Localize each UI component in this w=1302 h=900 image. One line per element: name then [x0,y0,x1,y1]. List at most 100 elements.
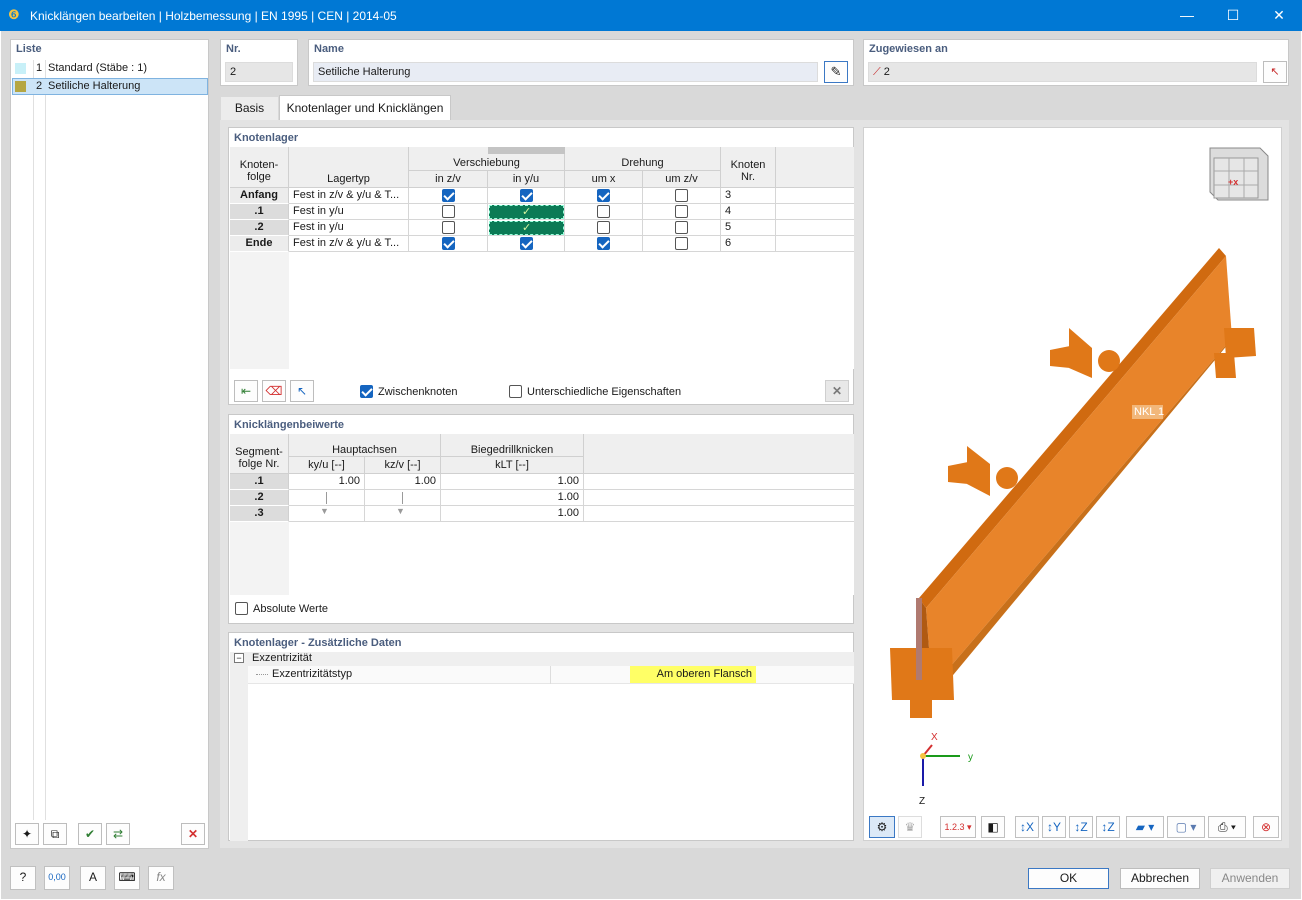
kz-cell[interactable] [365,490,441,506]
node-number-cell[interactable]: 3 [721,188,776,204]
support-type-cell[interactable]: Fest in y/u [289,220,409,236]
umzv-checkbox[interactable] [675,237,688,250]
umx-checkbox[interactable] [597,221,610,234]
absolute-values-checkbox[interactable] [235,602,248,615]
reset-view-icon[interactable]: ⊗ [1253,816,1279,838]
maximize-button[interactable]: ☐ [1210,0,1256,31]
new-item-icon[interactable]: ✦ [15,823,39,845]
view-z-icon[interactable]: ↕Z [1069,816,1093,838]
col-klt: kLT [--] [441,457,584,474]
list-header: Liste [16,43,42,55]
yu-checkbox[interactable] [520,237,533,250]
help-icon[interactable]: ? [10,866,36,890]
zv-checkbox[interactable] [442,189,455,202]
coefficients-panel: Knicklängenbeiwerte Segment- folge Nr. H… [228,414,854,624]
different-props-checkbox[interactable] [509,385,522,398]
visibility-icon[interactable]: ◧ [981,816,1005,838]
umx-cell [565,204,643,220]
umx-checkbox[interactable] [597,237,610,250]
view-settings-icon[interactable]: ⚙ [869,816,895,838]
list-item-selected[interactable]: 2 Setiliche Halterung [12,78,208,95]
ky-cell[interactable] [289,490,365,506]
support-type-cell[interactable]: Fest in z/v & y/u & T... [289,188,409,204]
check-icon: ✓ [522,206,532,218]
name-panel: Name Setiliche Halterung ✎ [308,39,854,86]
check-all-icon[interactable]: ✔ [78,823,102,845]
tab-basis[interactable]: Basis [221,97,278,120]
umzv-cell [643,220,721,236]
insert-node-icon[interactable]: ⇤ [234,380,258,402]
umzv-checkbox[interactable] [675,189,688,202]
units-icon[interactable]: 0,00 [44,866,70,890]
yu-cell [488,188,565,204]
view-minus-y-icon[interactable]: ↕Y [1042,816,1066,838]
formula-icon[interactable]: fx [148,866,174,890]
display-icon[interactable]: ⌨ [114,866,140,890]
node-number-cell[interactable]: 4 [721,204,776,220]
node-number-cell[interactable]: 5 [721,220,776,236]
intermediate-nodes-checkbox[interactable] [360,385,373,398]
row-seq: Anfang [230,188,289,204]
render-mode-icon[interactable]: ▰ ▾ [1126,816,1164,838]
selected-cell[interactable]: ✓ [489,221,564,235]
edit-name-icon[interactable]: ✎ [824,61,848,83]
name-input[interactable]: Setiliche Halterung [313,62,818,82]
group-row[interactable]: − Exzentrizität [230,652,854,666]
zv-cell [409,188,488,204]
klt-cell[interactable]: 1.00 [441,506,584,522]
zv-cell [409,236,488,252]
view-minus-z-icon[interactable]: ↕Z [1096,816,1120,838]
display-box-icon[interactable]: ▢ ▾ [1167,816,1205,838]
member-icon: ⟋ [873,66,881,78]
print-icon[interactable]: ⎙ ▾ [1208,816,1246,838]
umx-cell [565,188,643,204]
numbering-icon[interactable]: 1.2.3 ▾ [940,816,976,838]
nkl-label: NKL 1 [1134,406,1165,418]
section-title: Knicklängenbeiwerte [234,419,345,431]
minimize-button[interactable]: — [1164,0,1210,31]
check-swap-icon[interactable]: ⇄ [106,823,130,845]
close-button[interactable]: ✕ [1256,0,1302,31]
delete-icon[interactable]: ✕ [181,823,205,845]
copy-item-icon[interactable]: ⧉ [43,823,67,845]
klt-cell[interactable]: 1.00 [441,490,584,506]
cancel-button[interactable]: Abbrechen [1120,868,1200,889]
delete-node-icon[interactable]: ⌫ [262,380,286,402]
umzv-checkbox[interactable] [675,221,688,234]
select-member-icon[interactable]: ↖ [1263,61,1287,83]
umx-checkbox[interactable] [597,189,610,202]
eccentricity-type-value[interactable]: Am oberen Flansch [630,666,756,683]
col-umzv: um z/v [643,171,721,188]
text-icon[interactable]: A [80,866,106,890]
view-x-icon[interactable]: ↕X [1015,816,1039,838]
info-icon[interactable]: ♛ [898,816,922,838]
node-number-cell[interactable]: 6 [721,236,776,252]
support-type-cell[interactable]: Fest in z/v & y/u & T... [289,236,409,252]
3d-view[interactable]: +x NKL 1 X y Z ⚙ ♛ 1.2.3 ▾ ◧ ↕X ↕Y ↕Z ↕Z… [863,127,1282,841]
col-type: Lagertyp [289,147,409,188]
group-label: Exzentrizität [252,652,312,664]
apply-button[interactable]: Anwenden [1210,868,1290,889]
support-type-cell[interactable]: Fest in y/u [289,204,409,220]
zv-checkbox[interactable] [442,221,455,234]
umx-checkbox[interactable] [597,205,610,218]
yu-checkbox[interactable] [520,189,533,202]
collapse-icon[interactable]: − [234,653,244,663]
empty-cell [776,204,854,220]
umzv-cell [643,204,721,220]
group-main-axes: Hauptachsen [289,434,441,457]
umzv-checkbox[interactable] [675,205,688,218]
kz-cell[interactable]: 1.00 [365,474,441,490]
dialog-client: Liste 1 Standard (Stäbe : 1) 2 Setiliche… [1,31,1301,899]
zv-checkbox[interactable] [442,205,455,218]
klt-cell[interactable]: 1.00 [441,474,584,490]
ok-button[interactable]: OK [1028,868,1109,889]
clear-icon[interactable]: ✕ [825,380,849,402]
list-item[interactable]: 1 Standard (Stäbe : 1) [12,60,208,77]
different-props-label: Unterschiedliche Eigenschaften [527,386,682,398]
tab-nodal-supports[interactable]: Knotenlager und Knicklängen [279,95,451,121]
selected-cell[interactable]: ✓ [489,205,564,219]
pick-node-icon[interactable]: ↖ [290,380,314,402]
zv-checkbox[interactable] [442,237,455,250]
ky-cell[interactable]: 1.00 [289,474,365,490]
